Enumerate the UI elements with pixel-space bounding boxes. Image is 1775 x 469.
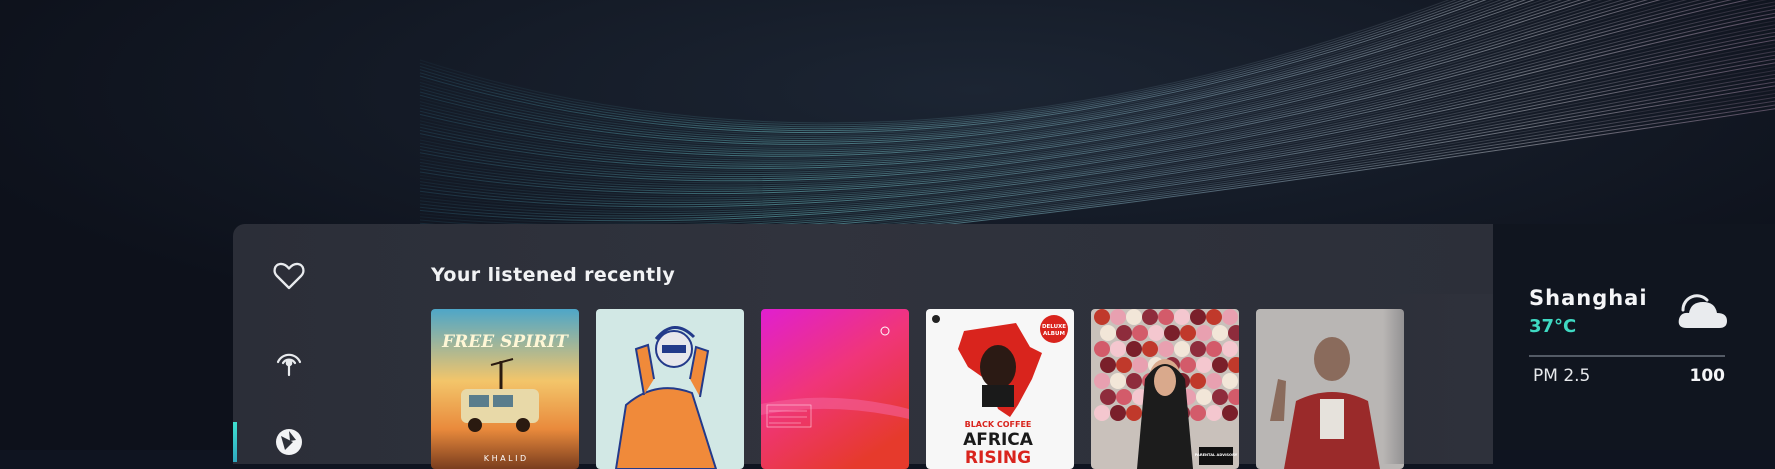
- broadcast-icon[interactable]: [269, 340, 309, 380]
- flower: [1148, 325, 1164, 341]
- album-artist-text: K H A L I D: [484, 454, 526, 463]
- flower: [1222, 405, 1238, 421]
- album-card-free-spirit[interactable]: FREE SPIRIT K H A L I D: [431, 309, 579, 469]
- recently-played-panel: Your listened recently FREE SPIRIT K H A…: [233, 224, 1493, 469]
- flower: [1116, 325, 1132, 341]
- album-card-portrait[interactable]: [596, 309, 744, 469]
- weather-divider: [1529, 355, 1725, 357]
- flower: [1100, 389, 1116, 405]
- album-card-portrait-faded[interactable]: [1256, 309, 1404, 469]
- flower: [1212, 325, 1228, 341]
- flower: [1100, 357, 1116, 373]
- weather-widget: Shanghai 37°C PM 2.5 100: [1493, 224, 1775, 450]
- flower: [1110, 373, 1126, 389]
- flower: [1126, 373, 1142, 389]
- flower: [1222, 309, 1238, 325]
- flower: [1132, 325, 1148, 341]
- flower: [1180, 325, 1196, 341]
- flower: [1126, 341, 1142, 357]
- flower: [1212, 357, 1228, 373]
- flower: [1212, 389, 1228, 405]
- aperture-icon[interactable]: [269, 422, 309, 462]
- flower: [1174, 341, 1190, 357]
- flower: [1110, 309, 1126, 325]
- album-card-flowers[interactable]: PARENTAL ADVISORY: [1091, 309, 1239, 469]
- flower: [1190, 373, 1206, 389]
- flower: [1116, 357, 1132, 373]
- flower: [1206, 373, 1222, 389]
- active-indicator: [233, 422, 237, 462]
- flower: [1158, 309, 1174, 325]
- weather-temperature: 37°C: [1529, 316, 1577, 337]
- album-cover-art: FREE SPIRIT K H A L I D: [431, 309, 579, 469]
- flower: [1180, 357, 1196, 373]
- flower: [1132, 357, 1148, 373]
- album-card-africa-rising[interactable]: DELUXE ALBUM BLACK COFFEE AFRICA RISING: [926, 309, 1074, 469]
- album-cover-art: DELUXE ALBUM BLACK COFFEE AFRICA RISING: [926, 309, 1074, 469]
- section-title: Your listened recently: [431, 264, 676, 286]
- flower: [1142, 309, 1158, 325]
- flower: [1196, 325, 1212, 341]
- pm25-label: PM 2.5: [1533, 366, 1591, 386]
- album-card-pink[interactable]: [761, 309, 909, 469]
- album-cover-art: PARENTAL ADVISORY: [1091, 309, 1239, 469]
- flower: [1142, 341, 1158, 357]
- album-badge-text: ALBUM: [1043, 331, 1065, 337]
- flower: [1094, 341, 1110, 357]
- weather-city: Shanghai: [1529, 286, 1648, 310]
- flower: [1158, 341, 1174, 357]
- flower: [1094, 309, 1110, 325]
- flower: [1196, 357, 1212, 373]
- album-title-text: RISING: [965, 448, 1031, 468]
- flower: [1126, 309, 1142, 325]
- flower: [1190, 405, 1206, 421]
- album-badge-text: DELUXE: [1042, 324, 1066, 330]
- flower: [1222, 341, 1238, 357]
- album-artist-text: BLACK COFFEE: [965, 420, 1032, 429]
- flower: [1110, 341, 1126, 357]
- heart-icon[interactable]: [269, 256, 309, 296]
- flower: [1190, 309, 1206, 325]
- flower: [1206, 341, 1222, 357]
- pm25-value: 100: [1689, 366, 1726, 386]
- flower: [1164, 325, 1180, 341]
- flower: [1206, 309, 1222, 325]
- flower: [1100, 325, 1116, 341]
- flower: [1174, 309, 1190, 325]
- parental-advisory-text: PARENTAL ADVISORY: [1195, 453, 1238, 457]
- album-title-text: AFRICA: [963, 430, 1034, 450]
- album-cover-art: [596, 309, 744, 469]
- flower: [1094, 373, 1110, 389]
- partly-cloudy-icon: [1678, 294, 1727, 328]
- flower: [1116, 389, 1132, 405]
- album-cover-art: [1256, 309, 1404, 469]
- flower: [1196, 389, 1212, 405]
- flower: [1206, 405, 1222, 421]
- album-cover-art: [761, 309, 909, 469]
- flower: [1222, 373, 1238, 389]
- flower: [1094, 405, 1110, 421]
- flower: [1110, 405, 1126, 421]
- flower: [1190, 341, 1206, 357]
- flower: [1126, 405, 1142, 421]
- album-title-text: FREE SPIRIT: [441, 332, 569, 352]
